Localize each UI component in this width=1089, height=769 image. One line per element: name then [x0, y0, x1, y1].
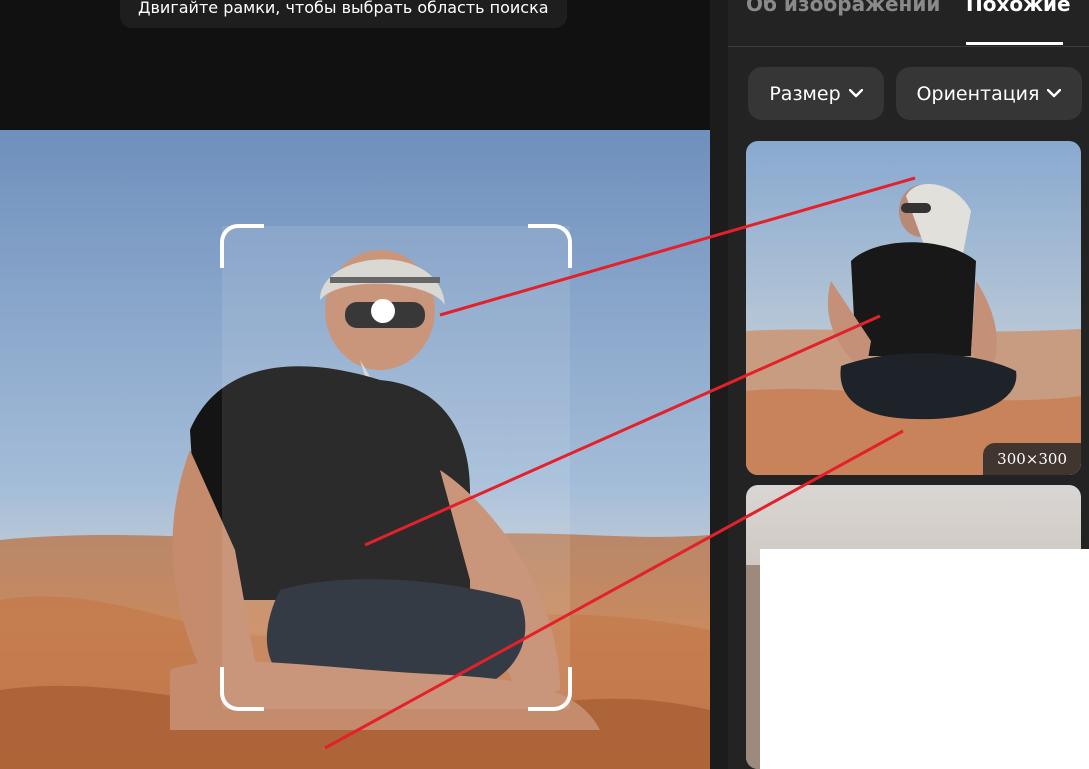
filter-size-button[interactable]: Размер: [748, 67, 884, 120]
image-dimensions-badge: 300×300: [983, 443, 1081, 475]
chevron-down-icon: [848, 89, 863, 98]
viewer-header: Двигайте рамки, чтобы выбрать область по…: [0, 0, 710, 130]
app-root: Двигайте рамки, чтобы выбрать область по…: [0, 0, 1089, 769]
tab-similar[interactable]: Похожие: [966, 0, 1071, 16]
object-marker-dot[interactable]: [371, 299, 395, 323]
selection-frame[interactable]: [220, 224, 572, 711]
selection-handle-bottom-left[interactable]: [220, 667, 264, 711]
result-card[interactable]: 300×300: [746, 141, 1081, 475]
selection-area: [222, 226, 570, 709]
chevron-down-icon: [1047, 89, 1062, 98]
result-thumbnail: [746, 141, 1081, 475]
active-tab-indicator: [966, 42, 1063, 45]
selection-hint: Двигайте рамки, чтобы выбрать область по…: [120, 0, 567, 28]
filter-orientation-button[interactable]: Ориентация: [896, 67, 1082, 120]
filter-orientation-label: Ориентация: [916, 82, 1040, 105]
blank-overlay: [760, 549, 1089, 769]
tab-about-image[interactable]: Об изображении: [746, 0, 940, 16]
selection-handle-top-right[interactable]: [528, 224, 572, 268]
selection-handle-bottom-right[interactable]: [528, 667, 572, 711]
selection-handle-top-left[interactable]: [220, 224, 264, 268]
panel-tabs: Об изображении Похожие: [728, 0, 1089, 47]
filter-size-label: Размер: [769, 82, 841, 105]
